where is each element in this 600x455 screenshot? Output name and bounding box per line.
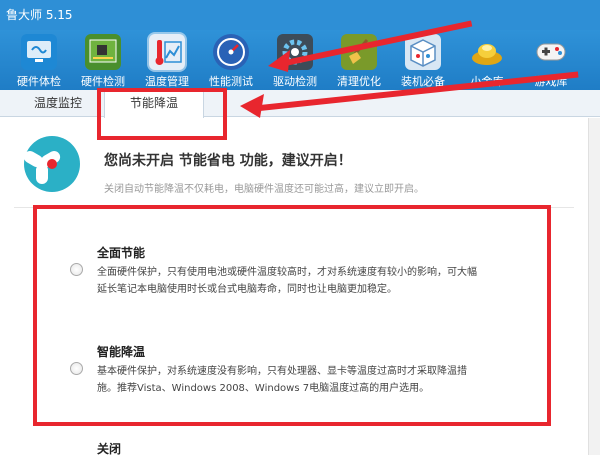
- tool-hardware-detect[interactable]: 硬件检测: [74, 30, 132, 90]
- tool-label: 硬件体检: [17, 75, 61, 88]
- title-bar: 鲁大师 5.15: [0, 0, 600, 30]
- tool-label: 驱动检测: [273, 75, 317, 88]
- arrow-head-icon: [268, 50, 290, 72]
- fan-icon: [21, 136, 80, 192]
- thermometer-icon: [149, 34, 185, 70]
- tool-label: 温度管理: [145, 75, 189, 88]
- tool-label: 清理优化: [337, 75, 381, 88]
- gauge-icon: [213, 34, 249, 70]
- tool-performance[interactable]: 性能测试: [202, 30, 260, 90]
- gamepad-icon: [533, 34, 569, 70]
- tool-label: 性能测试: [209, 75, 253, 88]
- circuit-board-icon: [85, 34, 121, 70]
- banner-headline: 您尚未开启 节能省电 功能，建议开启！: [104, 153, 352, 169]
- annotation-box-options: [33, 205, 551, 426]
- scrollbar[interactable]: [588, 118, 600, 455]
- banner-description: 关闭自动节能降温不仅耗电，电脑硬件温度还可能过高，建议立即开启。: [104, 184, 424, 195]
- tab-temperature-monitor[interactable]: 温度监控: [8, 90, 108, 117]
- tool-label: 硬件检测: [81, 75, 125, 88]
- option-off-title: 关闭: [97, 442, 122, 455]
- app-title: 鲁大师 5.15: [6, 8, 73, 22]
- tool-hardware-checkup[interactable]: 硬件体检: [10, 30, 68, 90]
- monitor-icon: [21, 34, 57, 70]
- gold-ingot-icon: [469, 34, 505, 70]
- arrow-head-icon: [240, 94, 264, 118]
- tool-temperature[interactable]: 温度管理: [138, 30, 196, 90]
- annotation-box-tab: [97, 88, 227, 140]
